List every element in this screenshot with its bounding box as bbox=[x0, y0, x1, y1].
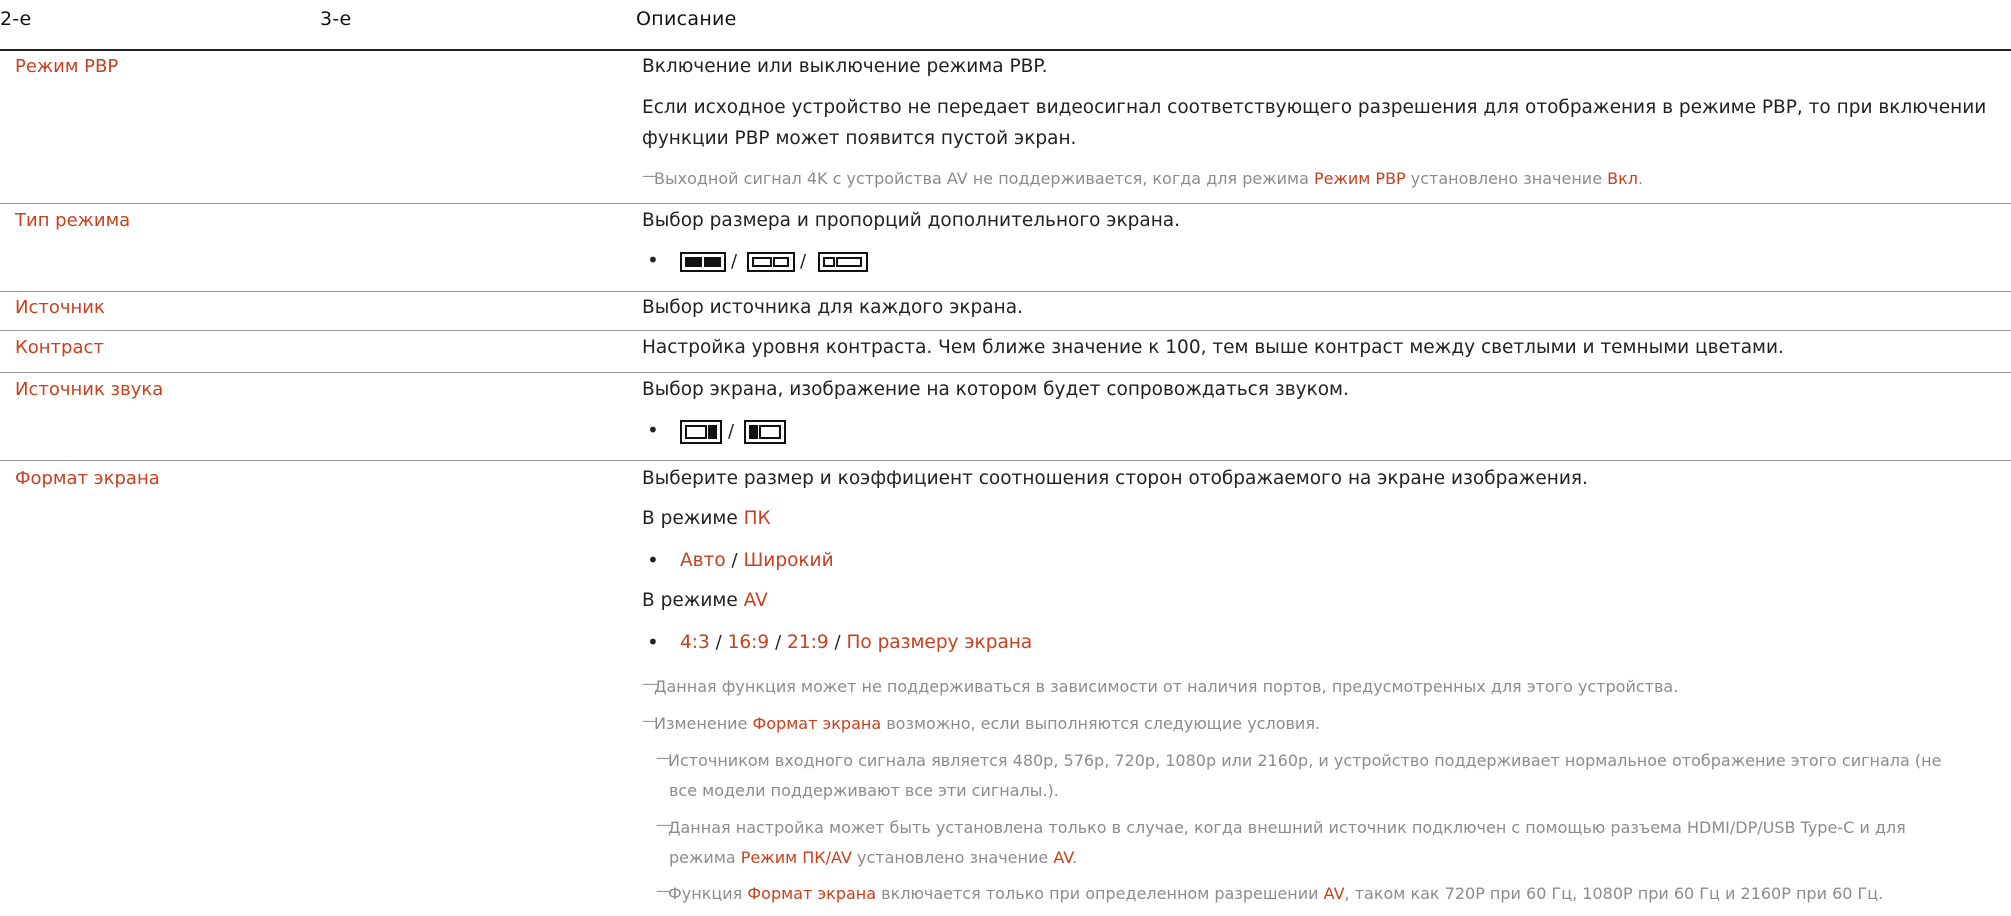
note-dash-icon: — bbox=[642, 674, 658, 693]
separator: / bbox=[800, 251, 807, 272]
option-16-9[interactable]: 16:9 bbox=[728, 632, 770, 653]
pc-mode-options: Авто / Широкий bbox=[680, 550, 834, 571]
column-header-2: 2-е bbox=[0, 8, 32, 30]
screen-format-note-2: —Изменение Формат экрана возможно, если … bbox=[642, 711, 1321, 733]
row-divider bbox=[0, 372, 2011, 373]
screen-format-note-4a: —Данная настройка может быть установлена… bbox=[656, 815, 1906, 837]
option-fit-screen[interactable]: По размеру экрана bbox=[846, 632, 1032, 653]
bullet-icon: • bbox=[647, 418, 659, 442]
row-divider bbox=[0, 203, 2011, 204]
av-mode-heading: В режиме AV bbox=[642, 590, 768, 611]
option-4-3[interactable]: 4:3 bbox=[680, 632, 710, 653]
row-divider bbox=[0, 330, 2011, 331]
menu-item-screen-format[interactable]: Формат экрана bbox=[15, 468, 160, 489]
screen-format-description: Выберите размер и коэффициент соотношени… bbox=[642, 468, 1588, 489]
row-divider bbox=[0, 291, 2011, 292]
pbp-mode-description-2b: функции PBP может появится пустой экран. bbox=[642, 128, 1077, 149]
sound-left-screen-icon bbox=[680, 420, 722, 444]
menu-item-contrast[interactable]: Контраст bbox=[15, 337, 104, 358]
screen-format-note-3a: —Источником входного сигнала является 48… bbox=[656, 748, 1942, 770]
pbp-mode-description-2a: Если исходное устройство не передает вид… bbox=[642, 97, 1987, 118]
pbp-mode-note: —Выходной сигнал 4K с устройства AV не п… bbox=[642, 166, 1644, 188]
separator: / bbox=[728, 421, 735, 442]
note-dash-icon: — bbox=[656, 748, 672, 767]
note-dash-icon: — bbox=[656, 881, 672, 900]
option-wide[interactable]: Широкий bbox=[744, 550, 834, 571]
contrast-description: Настройка уровня контраста. Чем ближе зн… bbox=[642, 337, 1784, 358]
split-equal-icon bbox=[680, 252, 726, 272]
sound-source-description: Выбор экрана, изображение на котором буд… bbox=[642, 379, 1349, 400]
note-dash-icon: — bbox=[642, 711, 658, 730]
av-mode-options: 4:3 / 16:9 / 21:9 / По размеру экрана bbox=[680, 632, 1033, 653]
menu-item-sound-source[interactable]: Источник звука bbox=[15, 379, 163, 400]
split-outline-icon bbox=[747, 252, 795, 272]
menu-item-pbp-mode[interactable]: Режим PBP bbox=[15, 56, 118, 77]
separator: / bbox=[731, 251, 738, 272]
mode-type-description: Выбор размера и пропорций дополнительног… bbox=[642, 210, 1181, 231]
note-dash-icon: — bbox=[656, 815, 672, 834]
split-small-left-icon bbox=[818, 252, 868, 272]
option-auto[interactable]: Авто bbox=[680, 550, 726, 571]
menu-item-source[interactable]: Источник bbox=[15, 297, 105, 318]
pc-mode-heading: В режиме ПК bbox=[642, 508, 771, 529]
screen-format-note-4b: режима Режим ПК/AV установлено значение … bbox=[669, 848, 1078, 867]
option-21-9[interactable]: 21:9 bbox=[787, 632, 829, 653]
note-highlight-pbp: Режим PBP bbox=[1313, 169, 1406, 188]
sound-right-screen-icon bbox=[744, 420, 786, 444]
bullet-icon: • bbox=[647, 630, 659, 654]
source-description: Выбор источника для каждого экрана. bbox=[642, 297, 1023, 318]
screen-format-note-3b: все модели поддерживают все эти сигналы.… bbox=[669, 781, 1059, 800]
header-divider bbox=[0, 49, 2011, 51]
bullet-icon: • bbox=[647, 548, 659, 572]
bullet-icon: • bbox=[647, 248, 659, 272]
column-header-description: Описание bbox=[636, 8, 737, 30]
note-highlight-on: Вкл bbox=[1607, 169, 1638, 188]
column-header-3: 3-е bbox=[320, 8, 352, 30]
screen-format-note-5: —Функция Формат экрана включается только… bbox=[656, 881, 1884, 903]
pbp-mode-description: Включение или выключение режима PBP. bbox=[642, 56, 1048, 77]
screen-format-note-1: —Данная функция может не поддерживаться … bbox=[642, 674, 1679, 696]
menu-item-mode-type[interactable]: Тип режима bbox=[15, 210, 130, 231]
note-dash-icon: — bbox=[642, 166, 658, 185]
row-divider bbox=[0, 460, 2011, 461]
